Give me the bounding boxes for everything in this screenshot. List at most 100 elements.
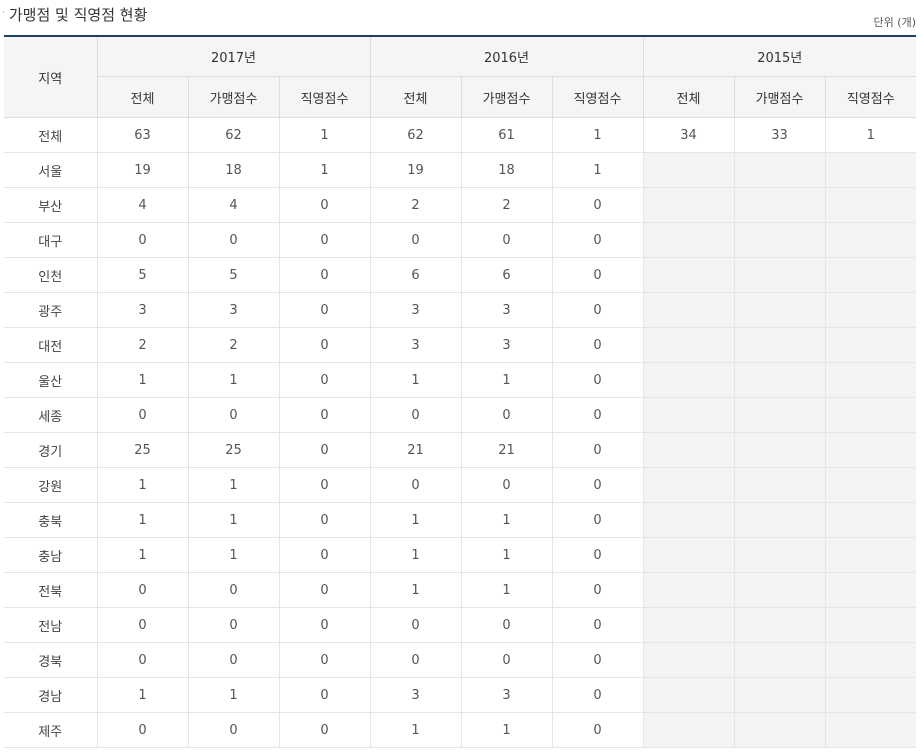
region-cell: 경북 — [4, 642, 98, 678]
value-cell: 3 — [461, 327, 553, 363]
region-cell: 대전 — [4, 327, 98, 363]
value-cell — [643, 362, 735, 398]
value-cell: 1 — [97, 467, 189, 503]
value-cell — [825, 152, 916, 188]
value-cell — [825, 327, 916, 363]
value-cell: 2 — [370, 187, 462, 223]
value-cell: 6 — [461, 257, 553, 293]
value-cell: 2 — [188, 327, 280, 363]
value-cell: 0 — [279, 677, 371, 713]
value-cell: 0 — [461, 467, 553, 503]
value-cell — [643, 187, 735, 223]
value-cell: 0 — [279, 397, 371, 433]
value-cell — [734, 222, 826, 258]
value-cell: 0 — [370, 607, 462, 643]
value-cell: 1 — [461, 537, 553, 573]
region-cell: 전체 — [4, 117, 98, 153]
value-cell: 19 — [97, 152, 189, 188]
value-cell — [825, 642, 916, 678]
value-cell: 3 — [370, 292, 462, 328]
region-cell: 인천 — [4, 257, 98, 293]
value-cell — [825, 712, 916, 748]
sub-header-franchise: 가맹점수 — [733, 76, 826, 118]
table-row: 제주 0 0 0 1 1 0 — [4, 712, 916, 748]
value-cell — [825, 187, 916, 223]
region-cell: 부산 — [4, 187, 98, 223]
table-row: 세종 0 0 0 0 0 0 — [4, 397, 916, 433]
value-cell: 1 — [188, 467, 280, 503]
region-cell: 경기 — [4, 432, 98, 468]
value-cell — [643, 292, 735, 328]
value-cell: 0 — [552, 292, 644, 328]
table-row: 전남 0 0 0 0 0 0 — [4, 607, 916, 643]
value-cell: 1 — [188, 502, 280, 538]
value-cell — [734, 327, 826, 363]
value-cell: 1 — [461, 502, 553, 538]
value-cell: 1 — [461, 362, 553, 398]
value-cell: 0 — [461, 222, 553, 258]
value-cell: 1 — [552, 152, 644, 188]
region-cell: 광주 — [4, 292, 98, 328]
value-cell — [734, 397, 826, 433]
value-cell — [643, 467, 735, 503]
region-header: 지역 — [4, 35, 98, 118]
value-cell: 3 — [461, 292, 553, 328]
value-cell: 0 — [552, 362, 644, 398]
value-cell — [734, 677, 826, 713]
value-cell: 18 — [461, 152, 553, 188]
sub-header-row: 전체 가맹점수 직영점수 전체 가맹점수 직영점수 전체 가맹점수 직영점수 — [4, 76, 916, 118]
sub-header-franchise: 가맹점수 — [187, 76, 280, 118]
value-cell: 1 — [370, 537, 462, 573]
value-cell: 0 — [188, 607, 280, 643]
value-cell — [825, 222, 916, 258]
value-cell: 3 — [97, 292, 189, 328]
value-cell: 0 — [552, 467, 644, 503]
table-row: 강원 1 1 0 0 0 0 — [4, 467, 916, 503]
table-row: 대구 0 0 0 0 0 0 — [4, 222, 916, 258]
value-cell: 5 — [188, 257, 280, 293]
value-cell: 2 — [97, 327, 189, 363]
value-cell: 0 — [552, 607, 644, 643]
table-row: 전체 63 62 1 62 61 1 34 33 1 — [4, 117, 916, 153]
sub-header-direct: 직영점수 — [824, 76, 916, 118]
value-cell: 6 — [370, 257, 462, 293]
table-row: 울산 1 1 0 1 1 0 — [4, 362, 916, 398]
value-cell: 0 — [461, 607, 553, 643]
value-cell: 25 — [97, 432, 189, 468]
table-row: 부산 4 4 0 2 2 0 — [4, 187, 916, 223]
value-cell — [825, 607, 916, 643]
franchise-status-table: 지역 2017년 2016년 2015년 전체 가맹점수 직영점수 전체 가맹점… — [4, 35, 916, 748]
value-cell: 0 — [279, 502, 371, 538]
table-body: 전체 63 62 1 62 61 1 34 33 1 서울 19 18 1 19 18 1 부산 4 4 0 2 2 0 대구 0… — [4, 117, 916, 748]
table-row: 대전 2 2 0 3 3 0 — [4, 327, 916, 363]
value-cell: 0 — [279, 432, 371, 468]
region-cell: 전남 — [4, 607, 98, 643]
value-cell: 0 — [279, 712, 371, 748]
value-cell: 0 — [97, 642, 189, 678]
value-cell: 0 — [188, 397, 280, 433]
value-cell — [825, 537, 916, 573]
region-cell: 제주 — [4, 712, 98, 748]
value-cell: 1 — [370, 572, 462, 608]
value-cell: 0 — [279, 537, 371, 573]
value-cell: 33 — [734, 117, 826, 153]
value-cell: 62 — [370, 117, 462, 153]
value-cell: 0 — [97, 572, 189, 608]
value-cell: 3 — [461, 677, 553, 713]
value-cell: 3 — [188, 292, 280, 328]
value-cell: 0 — [370, 467, 462, 503]
value-cell: 0 — [279, 607, 371, 643]
value-cell: 0 — [552, 257, 644, 293]
value-cell — [643, 257, 735, 293]
value-cell: 3 — [370, 327, 462, 363]
value-cell — [643, 222, 735, 258]
value-cell: 1 — [188, 537, 280, 573]
value-cell — [643, 712, 735, 748]
value-cell — [734, 292, 826, 328]
value-cell: 0 — [97, 712, 189, 748]
value-cell — [825, 572, 916, 608]
value-cell: 1 — [370, 712, 462, 748]
value-cell: 0 — [188, 712, 280, 748]
sub-header-total: 전체 — [97, 76, 189, 118]
value-cell: 0 — [279, 292, 371, 328]
